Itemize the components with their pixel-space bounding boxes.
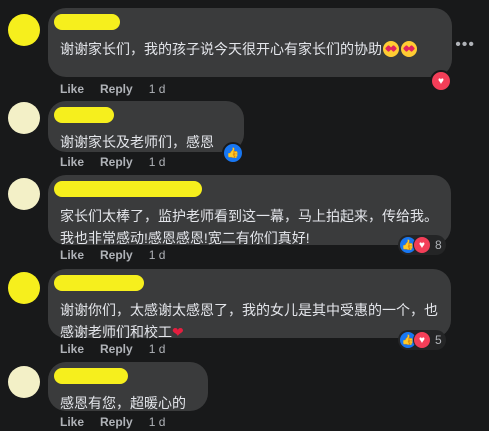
author-name-redacted[interactable] [54,275,144,291]
author-name-redacted[interactable] [54,107,114,123]
love-reaction-icon: ♥ [413,331,431,349]
comment-thread: 谢谢家长们，我的孩子说今天很开心有家长们的协助 ♥ ••• Like Reply… [0,0,489,431]
reply-button[interactable]: Reply [100,342,133,356]
timestamp[interactable]: 1 d [149,248,166,262]
reply-button[interactable]: Reply [100,248,133,262]
avatar[interactable] [8,14,40,46]
comment-text: 谢谢家长及老师们，感恩 [60,134,214,150]
timestamp[interactable]: 1 d [149,155,166,169]
comment-text-body: 谢谢家长们，我的孩子说今天很开心有家长们的协助 [60,41,382,57]
timestamp[interactable]: 1 d [149,342,166,356]
like-button[interactable]: Like [60,155,84,169]
comment-text: 感恩有您，超暖心的 [60,395,186,411]
red-heart-emoji-icon: ❤ [172,324,184,340]
like-button[interactable]: Like [60,342,84,356]
comment-text-body: 谢谢你们，太感谢太感恩了，我的女儿是其中受惠的一个，也感谢老师们和校工 [60,302,438,340]
author-name-redacted[interactable] [54,14,120,30]
reply-button[interactable]: Reply [100,415,133,429]
comment-text: 谢谢家长们，我的孩子说今天很开心有家长们的协助 [60,38,440,60]
comment-actions: Like Reply 1 d [60,248,165,262]
comment-bubble: 谢谢家长及老师们，感恩 [48,101,244,152]
avatar[interactable] [8,102,40,134]
reply-button[interactable]: Reply [100,155,133,169]
comment-actions: Like Reply 1 d [60,415,165,429]
like-button[interactable]: Like [60,82,84,96]
author-name-redacted[interactable] [54,368,128,384]
reply-button[interactable]: Reply [100,82,133,96]
love-reaction-icon[interactable]: ♥ [430,70,452,92]
comment-text: 家长们太棒了，监护老师看到这一幕，马上拍起来，传给我。我也非常感动!感恩感恩!宽… [60,208,438,246]
comment-text: 谢谢你们，太感谢太感恩了，我的女儿是其中受惠的一个，也感谢老师们和校工❤ [60,299,439,343]
star-struck-emoji-icon [383,41,399,57]
comment-actions: Like Reply 1 d [60,82,165,96]
reaction-count: 5 [435,333,442,347]
reaction-summary[interactable]: 👍 ♥ 8 [398,235,446,255]
reaction-summary[interactable]: 👍 ♥ 5 [398,330,446,350]
comment-bubble: 感恩有您，超暖心的 [48,362,208,411]
reaction-count: 8 [435,238,442,252]
comment-bubble: 谢谢家长们，我的孩子说今天很开心有家长们的协助 [48,8,452,77]
comment-actions: Like Reply 1 d [60,342,165,356]
avatar[interactable] [8,272,40,304]
comment-actions: Like Reply 1 d [60,155,165,169]
like-button[interactable]: Like [60,248,84,262]
more-horizontal-icon[interactable]: ••• [455,36,475,54]
star-struck-emoji-icon [401,41,417,57]
love-reaction-icon: ♥ [413,236,431,254]
like-reaction-icon[interactable]: 👍 [222,142,244,164]
comment-bubble: 家长们太棒了，监护老师看到这一幕，马上拍起来，传给我。我也非常感动!感恩感恩!宽… [48,175,451,246]
like-button[interactable]: Like [60,415,84,429]
timestamp[interactable]: 1 d [149,82,166,96]
timestamp[interactable]: 1 d [149,415,166,429]
avatar[interactable] [8,366,40,398]
avatar[interactable] [8,178,40,210]
author-name-redacted[interactable] [54,181,202,197]
comment-bubble: 谢谢你们，太感谢太感恩了，我的女儿是其中受惠的一个，也感谢老师们和校工❤ [48,269,451,340]
